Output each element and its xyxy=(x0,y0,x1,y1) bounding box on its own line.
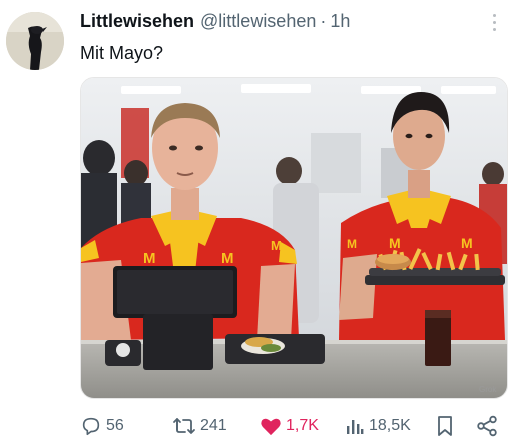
post-image[interactable]: M M M M M M Grok xyxy=(80,77,508,399)
share-button[interactable] xyxy=(476,412,498,440)
separator-dot: · xyxy=(320,11,327,31)
views-count: 18,5K xyxy=(369,417,411,434)
mcdonalds-scene-illustration: M M M M M M Grok xyxy=(81,78,507,398)
avatar[interactable] xyxy=(6,12,64,70)
bookmark-button[interactable] xyxy=(436,412,454,440)
image-watermark: Grok xyxy=(479,385,497,394)
reply-icon xyxy=(82,417,100,436)
more-options-icon[interactable] xyxy=(486,12,502,36)
svg-text:M: M xyxy=(461,235,473,251)
svg-text:M: M xyxy=(143,250,156,267)
post-header: Littlewisehen @littlewisehen · 1h xyxy=(80,11,350,32)
svg-text:M: M xyxy=(347,237,357,251)
repost-button[interactable]: 241 xyxy=(172,412,227,440)
avatar-image xyxy=(6,12,64,70)
like-button[interactable]: 1,7K xyxy=(260,412,319,440)
svg-text:M: M xyxy=(389,235,401,251)
author-handle[interactable]: @littlewisehen xyxy=(200,11,316,32)
views-icon xyxy=(347,420,364,434)
svg-text:M: M xyxy=(271,238,282,253)
views-button[interactable]: 18,5K xyxy=(345,412,411,440)
timestamp[interactable]: 1h xyxy=(330,11,350,32)
like-icon xyxy=(261,418,281,436)
tweet-text: Mit Mayo? xyxy=(80,43,164,63)
repost-icon xyxy=(173,418,195,434)
share-icon xyxy=(477,415,497,437)
repost-count: 241 xyxy=(200,417,227,434)
bookmark-icon xyxy=(438,416,452,436)
svg-text:M: M xyxy=(221,250,234,267)
reply-button[interactable]: 56 xyxy=(80,412,124,440)
action-bar: 56 241 1,7K 18,5K xyxy=(80,412,505,440)
like-count: 1,7K xyxy=(286,417,319,434)
author-name[interactable]: Littlewisehen xyxy=(80,11,194,32)
reply-count: 56 xyxy=(106,417,124,434)
